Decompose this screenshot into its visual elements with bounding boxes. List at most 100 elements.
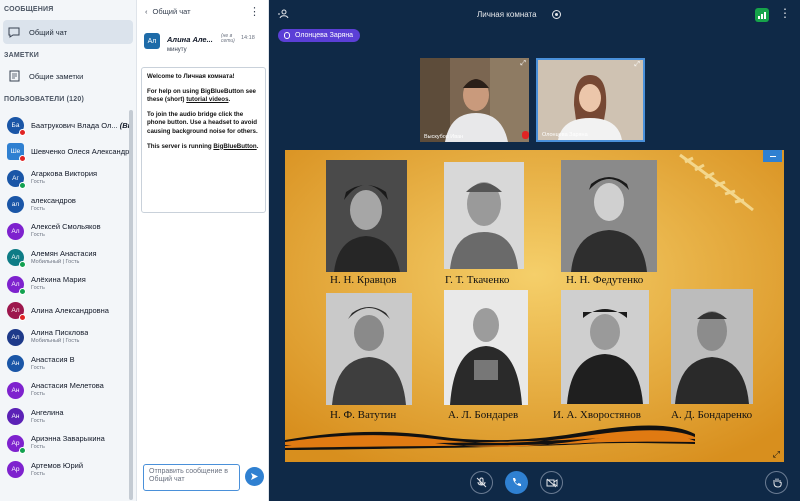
webcam-right-label: Олонцева Заряна bbox=[542, 132, 588, 138]
avatar: Ал bbox=[7, 302, 26, 322]
caption-tkachenko: Г. Т. Ткаченко bbox=[445, 274, 510, 286]
notes-section-title: ЗАМЕТКИ bbox=[4, 52, 39, 59]
main-area: Личная комната ⋮ Олонцева Заряна Выскубо… bbox=[269, 0, 800, 501]
user-info: Шевченко Олеся Александр... bbox=[31, 147, 130, 156]
talking-indicator[interactable]: Олонцева Заряна bbox=[278, 29, 361, 42]
avatar: Ал bbox=[7, 328, 24, 346]
message-author: Алина Але... bbox=[167, 35, 213, 44]
chat-message-input[interactable]: Отправить сообщение в Общий чат bbox=[143, 464, 240, 491]
send-message-button[interactable] bbox=[245, 467, 264, 486]
avatar: Ан bbox=[7, 381, 24, 399]
user-info: Алина Александровна bbox=[31, 306, 109, 315]
user-list-item[interactable]: Аг Агаркова Виктория Гость bbox=[0, 165, 130, 192]
users-scrollbar[interactable] bbox=[129, 110, 133, 500]
message-text: минуту bbox=[167, 47, 187, 53]
welcome-title: Welcome to Личная комната! bbox=[147, 73, 235, 80]
mic-status-icon bbox=[19, 314, 26, 322]
shared-notes-item[interactable]: Общие заметки bbox=[3, 64, 133, 88]
user-list-item[interactable]: Ан Анастасия Мелетова Гость bbox=[0, 377, 130, 404]
portrait-tkachenko bbox=[444, 162, 524, 269]
user-name: Анастасия Мелетова bbox=[31, 381, 104, 391]
mic-muted-icon bbox=[476, 477, 487, 488]
user-role: Гость bbox=[31, 232, 45, 239]
user-role: Гость bbox=[31, 470, 45, 477]
avatar: Ше bbox=[7, 143, 26, 163]
mic-status-icon bbox=[19, 128, 26, 136]
user-name: александров bbox=[31, 195, 76, 205]
user-name: Баатрукович Владa Ол... (Вы) bbox=[31, 120, 130, 130]
user-role: Мобильный | Гость bbox=[31, 258, 80, 265]
user-list-item[interactable]: Ал Алемян Анастасия Мобильный | Гость bbox=[0, 245, 130, 272]
user-info: александров Гость bbox=[31, 196, 76, 214]
expand-icon[interactable]: ⤢ bbox=[520, 60, 526, 68]
user-name: Артемов Юрий bbox=[31, 460, 84, 470]
chat-title[interactable]: Общий чат bbox=[153, 7, 191, 16]
users-section-title: ПОЛЬЗОВАТЕЛИ (120) bbox=[4, 96, 84, 103]
webcam-video-left bbox=[420, 58, 529, 142]
room-title: Личная комната bbox=[477, 10, 537, 19]
webcam-right[interactable]: Олонцева Заряна ⤢ bbox=[536, 58, 645, 142]
audio-button[interactable] bbox=[505, 471, 528, 494]
portrait-kravtsov bbox=[326, 160, 407, 272]
options-menu-icon[interactable]: ⋮ bbox=[779, 6, 791, 20]
connection-status-icon[interactable] bbox=[755, 8, 769, 22]
fullscreen-icon[interactable]: ⤢ bbox=[773, 449, 780, 460]
webcam-left-label: Выскубов Иван bbox=[424, 134, 464, 140]
video-button[interactable] bbox=[540, 471, 563, 494]
user-role: Гость bbox=[31, 205, 45, 212]
user-info: Ангелина Гость bbox=[31, 408, 64, 426]
user-name: Агаркова Виктория bbox=[31, 169, 98, 179]
avatar: Ан bbox=[7, 408, 24, 426]
mic-status-icon bbox=[19, 261, 26, 269]
message-offline-tag: (не в сети) bbox=[221, 33, 235, 44]
muted-mic-icon bbox=[522, 131, 529, 139]
user-role: Гость bbox=[31, 364, 45, 371]
mic-status-icon bbox=[19, 287, 26, 295]
user-list-item[interactable]: ал александров Гость bbox=[0, 192, 130, 219]
phone-icon bbox=[513, 478, 521, 486]
user-role: Гость bbox=[31, 285, 45, 292]
user-list-item[interactable]: Ше Шевченко Олеся Александр... bbox=[0, 139, 130, 166]
caption-vatutin: Н. Ф. Ватутин bbox=[330, 409, 397, 421]
user-role: Гость bbox=[31, 417, 45, 424]
user-list-item[interactable]: Ар Ариэнна Заварыкина Гость bbox=[0, 430, 130, 457]
raise-hand-button[interactable] bbox=[765, 471, 788, 494]
user-list-item[interactable]: Ба Баатрукович Владa Ол... (Вы) bbox=[0, 112, 130, 139]
users-list: Ба Баатрукович Владa Ол... (Вы) Ше Шевченко… bbox=[0, 112, 130, 483]
expand-icon[interactable]: ⤢ bbox=[634, 61, 640, 69]
avatar: Ар bbox=[7, 434, 26, 454]
messages-section-title: СООБЩЕНИЯ bbox=[4, 6, 54, 13]
presentation-slide[interactable]: Н. Н. Кравцов Г. Т. Ткаченко Н. Н. Федут… bbox=[285, 150, 784, 462]
user-list-item[interactable]: Ал Алина Александровна bbox=[0, 298, 130, 325]
user-list-item[interactable]: Ал Алексей Смольяков Гость bbox=[0, 218, 130, 245]
message-avatar: Ал bbox=[144, 33, 160, 49]
user-list-item[interactable]: Ан Ангелина Гость bbox=[0, 404, 130, 431]
portrait-fedutenko bbox=[561, 160, 657, 272]
webcam-left[interactable]: Выскубов Иван ⤢ bbox=[420, 58, 529, 142]
user-list-item[interactable]: Ар Артемов Юрий Гость bbox=[0, 457, 130, 484]
chat-panel: ‹ Общий чат ⋮ Ал Алина Але... (не в сети… bbox=[137, 0, 269, 501]
user-list-toggle-icon[interactable] bbox=[278, 9, 290, 21]
user-list-item[interactable]: Ал Алина Писклова Мобильный | Гость bbox=[0, 324, 130, 351]
record-icon[interactable] bbox=[552, 10, 561, 19]
user-info: Анастасия В Гость bbox=[31, 355, 75, 373]
avatar: Аг bbox=[7, 169, 26, 189]
portrait-bondarev bbox=[444, 290, 528, 405]
user-list-item[interactable]: Ан Анастасия В Гость bbox=[0, 351, 130, 378]
mute-button[interactable] bbox=[470, 471, 493, 494]
user-name: Ангелина bbox=[31, 407, 64, 417]
back-chevron-icon[interactable]: ‹ bbox=[145, 7, 148, 16]
mic-status-icon bbox=[19, 181, 26, 189]
talking-user-name: Олонцева Заряна bbox=[295, 32, 354, 39]
user-name: Ариэнна Заварыкина bbox=[31, 434, 105, 444]
minimize-presentation-button[interactable] bbox=[763, 150, 782, 162]
tutorial-link[interactable]: tutorial videos bbox=[186, 96, 228, 103]
user-info: Агаркова Виктория Гость bbox=[31, 169, 97, 187]
avatar: Ал bbox=[7, 249, 26, 269]
bbb-link[interactable]: BigBlueButton bbox=[213, 143, 256, 150]
chat-options-icon[interactable]: ⋮ bbox=[249, 5, 260, 18]
user-name: Алёхина Мария bbox=[31, 275, 86, 285]
user-list-item[interactable]: Ал Алёхина Мария Гость bbox=[0, 271, 130, 298]
user-info: Ариэнна Заварыкина Гость bbox=[31, 434, 105, 452]
public-chat-item[interactable]: Общий чат bbox=[3, 20, 133, 44]
